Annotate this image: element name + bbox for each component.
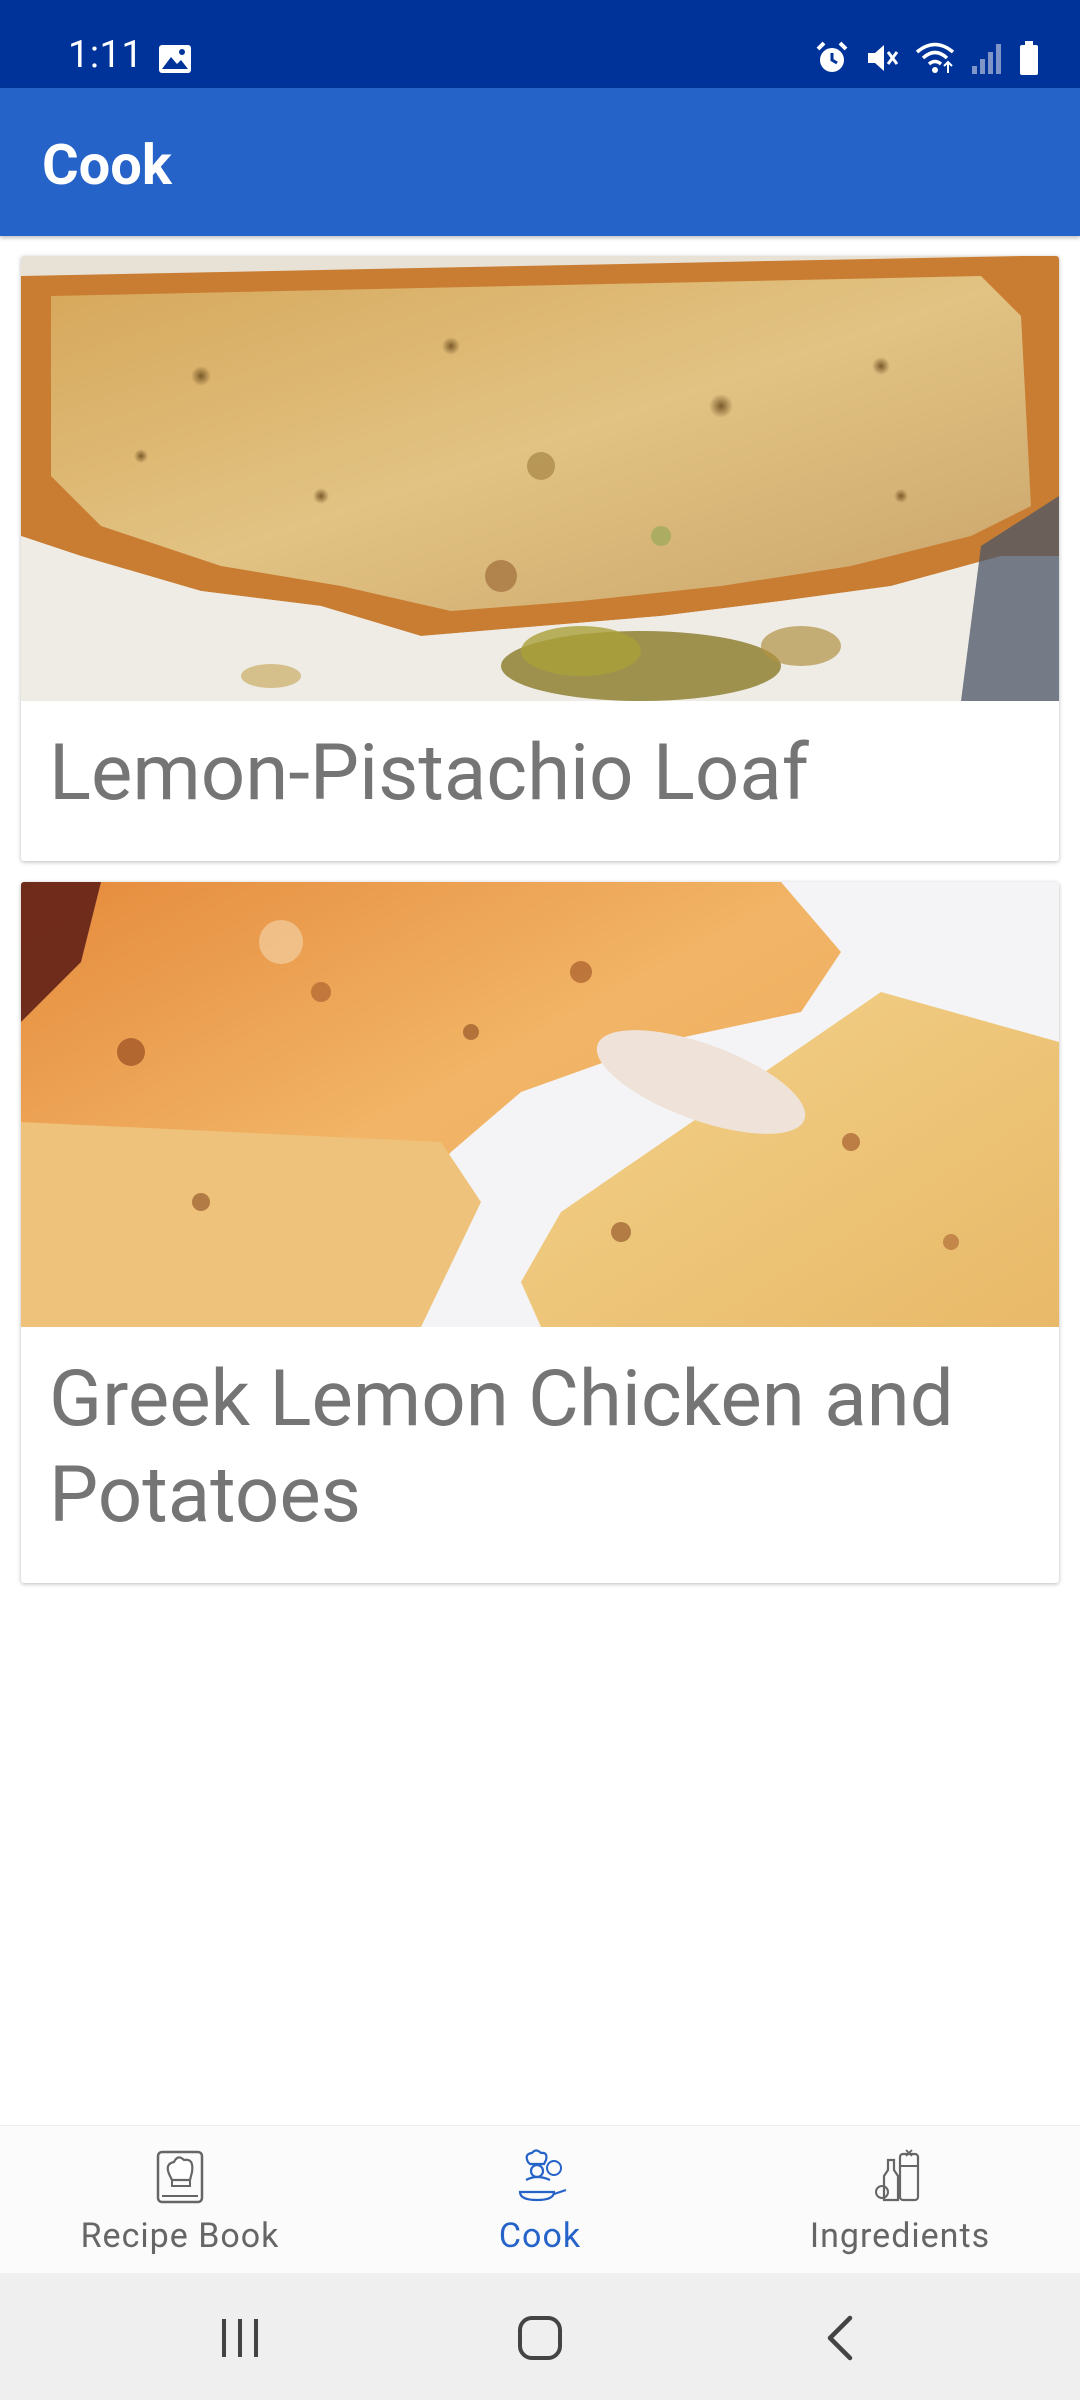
- status-time: 1:11: [68, 33, 144, 77]
- lemon-pistachio-loaf-photo: [21, 256, 1059, 701]
- nav-label: Ingredients: [809, 2216, 991, 2256]
- signal-icon: [972, 44, 1001, 74]
- recipe-title: Lemon-Pistachio Loaf: [49, 728, 809, 819]
- ingredients-icon: [875, 2149, 920, 2202]
- recents-button[interactable]: [210, 2311, 270, 2365]
- nav-item-cook[interactable]: Cook: [360, 2126, 720, 2274]
- page-title: Cook: [42, 132, 172, 198]
- recipe-title: Greek Lemon Chicken and Potatoes: [49, 1354, 954, 1541]
- wifi-icon: [915, 42, 955, 73]
- nav-label: Recipe Book: [80, 2216, 280, 2256]
- recipe-card[interactable]: Lemon-Pistachio Loaf: [21, 256, 1059, 861]
- home-button[interactable]: [510, 2311, 570, 2365]
- mute-icon: [868, 45, 899, 71]
- battery-icon: [1020, 41, 1038, 75]
- greek-lemon-chicken-photo: [21, 882, 1059, 1327]
- nav-item-recipe-book[interactable]: Recipe Book: [0, 2126, 360, 2274]
- alarm-icon: [816, 41, 848, 72]
- recipe-book-icon: [156, 2150, 204, 2204]
- nav-label: Cook: [498, 2216, 582, 2256]
- system-navigation-bar: [0, 2273, 1080, 2400]
- cook-icon: [518, 2149, 567, 2202]
- status-bar: 1:11: [0, 0, 1080, 88]
- back-button[interactable]: [812, 2311, 872, 2365]
- gallery-icon: [159, 45, 191, 73]
- bottom-navigation: Recipe Book Cook Ingredients: [0, 2125, 1080, 2273]
- recipe-card[interactable]: Greek Lemon Chicken and Potatoes: [21, 882, 1059, 1583]
- nav-item-ingredients[interactable]: Ingredients: [720, 2126, 1080, 2274]
- app-bar: Cook: [0, 88, 1080, 236]
